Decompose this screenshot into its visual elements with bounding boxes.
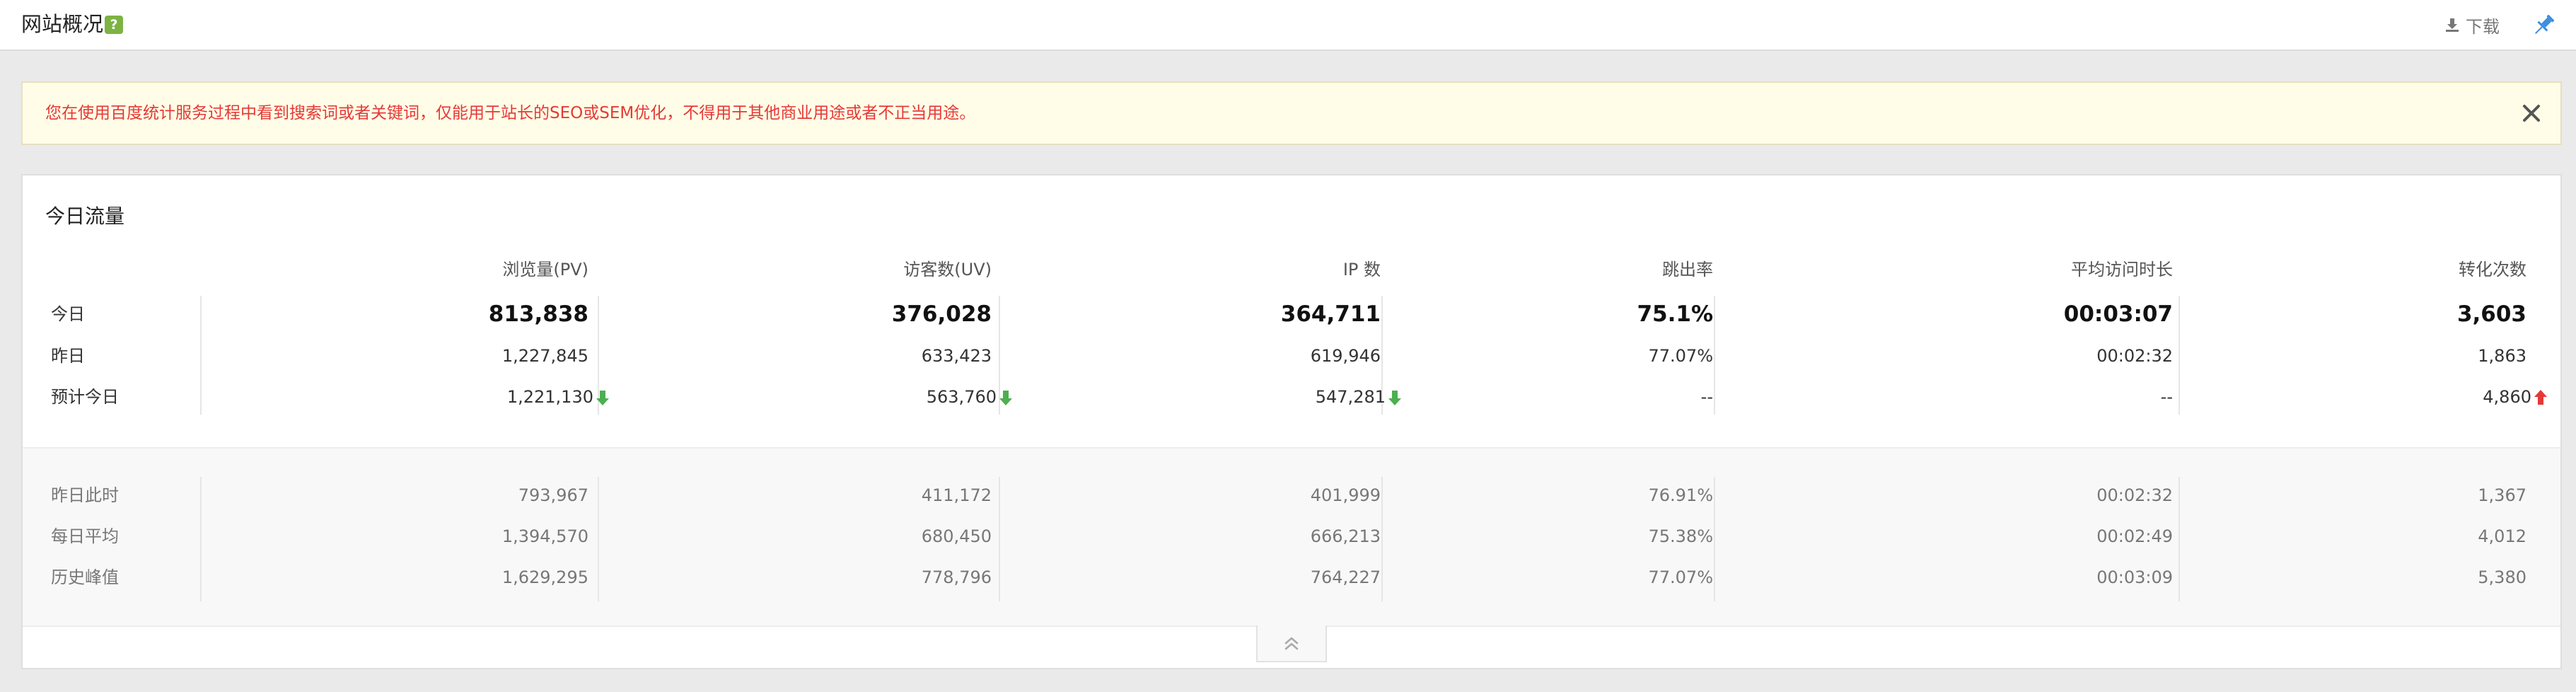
- column-header-bounce: 跳出率: [1662, 260, 1713, 279]
- row-label-daily-average: 每日平均: [51, 526, 119, 546]
- today-traffic-panel: 今日流量 浏览量(PV) 访客数(UV) IP 数 跳出率 平均访问时长 转化次…: [21, 174, 2562, 669]
- column-header-ip: IP 数: [1342, 260, 1381, 279]
- history-cell: 76.91%: [1648, 485, 1713, 505]
- forecast-uv: 563,760: [926, 387, 997, 407]
- yesterday-avg-duration: 00:02:32: [2096, 346, 2173, 366]
- history-cell: 793,967: [518, 485, 588, 505]
- notice-text: 您在使用百度统计服务过程中看到搜索词或者关键词，仅能用于站长的SEO或SEM优化…: [45, 104, 976, 122]
- yesterday-ip: 619,946: [1310, 346, 1381, 366]
- forecast-pv: 1,221,130: [506, 387, 593, 407]
- row-label-historical-peak: 历史峰值: [51, 567, 119, 587]
- notice-banner: 您在使用百度统计服务过程中看到搜索词或者关键词，仅能用于站长的SEO或SEM优化…: [21, 81, 2562, 145]
- history-cell: 75.38%: [1648, 526, 1713, 546]
- history-cell: 666,213: [1310, 526, 1381, 546]
- column-divider: [999, 477, 1000, 601]
- download-label: 下载: [2466, 16, 2500, 37]
- column-divider: [1381, 477, 1383, 601]
- today-avg-duration: 00:03:07: [2063, 301, 2173, 327]
- row-label-yesterday-same-time: 昨日此时: [51, 485, 119, 505]
- column-header-pv: 浏览量(PV): [502, 260, 588, 279]
- forecast-bounce-rate: --: [1700, 387, 1713, 407]
- column-divider: [598, 477, 599, 601]
- arrow-down-icon: [1388, 391, 1401, 405]
- panel-title: 今日流量: [45, 204, 125, 228]
- arrow-up-icon: [2534, 390, 2547, 405]
- row-label-yesterday: 昨日: [51, 346, 85, 366]
- arrow-down-icon: [596, 391, 609, 405]
- yesterday-pv: 1,227,845: [501, 346, 588, 366]
- yesterday-bounce-rate: 77.07%: [1648, 346, 1713, 366]
- history-cell: 1,629,295: [501, 567, 588, 587]
- today-bounce-rate: 75.1%: [1637, 301, 1713, 327]
- forecast-conversions-cell: 4,860: [2357, 383, 2548, 411]
- row-label-forecast: 预计今日: [51, 387, 119, 407]
- today-uv: 376,028: [891, 301, 992, 327]
- page-title: 网站概况: [21, 12, 104, 36]
- forecast-conversions: 4,860: [2483, 387, 2531, 407]
- row-label-today: 今日: [51, 304, 85, 324]
- today-conversions: 3,603: [2456, 301, 2526, 327]
- history-cell: 764,227: [1310, 567, 1381, 587]
- today-ip: 364,711: [1280, 301, 1381, 327]
- history-cell: 1,367: [2478, 485, 2526, 505]
- history-cell: 680,450: [921, 526, 992, 546]
- column-header-uv: 访客数(UV): [903, 260, 992, 279]
- today-pv: 813,838: [488, 301, 588, 327]
- collapse-button[interactable]: [1256, 625, 1327, 662]
- column-divider: [200, 296, 202, 415]
- history-cell: 401,999: [1310, 485, 1381, 505]
- history-cell: 4,012: [2478, 526, 2526, 546]
- double-chevron-up-icon: [1284, 637, 1299, 650]
- column-divider: [1714, 477, 1715, 601]
- history-cell: 411,172: [921, 485, 992, 505]
- forecast-uv-cell: 563,760: [808, 383, 1013, 411]
- history-cell: 00:02:49: [2096, 526, 2173, 546]
- history-cell: 778,796: [921, 567, 992, 587]
- forecast-ip-cell: 547,281: [1211, 383, 1402, 411]
- download-button[interactable]: 下载: [2444, 13, 2500, 37]
- yesterday-conversions: 1,863: [2478, 346, 2526, 366]
- column-header-conversions: 转化次数: [2459, 260, 2526, 279]
- close-icon[interactable]: [2519, 101, 2543, 125]
- column-divider: [2178, 296, 2180, 415]
- download-icon: [2446, 18, 2459, 32]
- yesterday-uv: 633,423: [921, 346, 992, 366]
- history-cell: 00:03:09: [2096, 567, 2173, 587]
- history-cell: 77.07%: [1648, 567, 1713, 587]
- forecast-avg-duration: --: [2160, 387, 2173, 407]
- column-header-avg-duration: 平均访问时长: [2071, 260, 2173, 279]
- forecast-pv-cell: 1,221,130: [419, 383, 610, 411]
- history-cell: 00:02:32: [2096, 485, 2173, 505]
- column-divider: [1714, 296, 1715, 415]
- arrow-down-icon: [999, 391, 1012, 405]
- column-divider: [200, 477, 202, 601]
- pin-icon[interactable]: [2529, 11, 2558, 40]
- history-cell: 1,394,570: [501, 526, 588, 546]
- history-cell: 5,380: [2478, 567, 2526, 587]
- forecast-ip: 547,281: [1315, 387, 1386, 407]
- help-icon[interactable]: ?: [105, 16, 123, 34]
- top-bar: 网站概况 ? 下载: [0, 0, 2576, 51]
- history-section: 昨日此时 793,967 411,172 401,999 76.91% 00:0…: [23, 447, 2560, 627]
- column-divider: [2178, 477, 2180, 601]
